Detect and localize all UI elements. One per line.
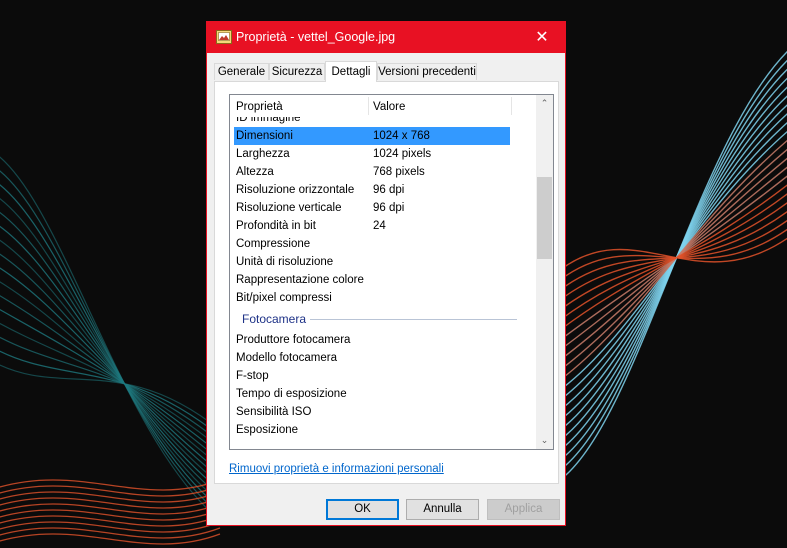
property-name: Risoluzione verticale xyxy=(236,202,342,214)
list-item-selected[interactable]: Dimensioni 1024 x 768 xyxy=(234,127,510,145)
tab-generale[interactable]: Generale xyxy=(214,63,269,80)
tab-versioni-precedenti[interactable]: Versioni precedenti xyxy=(377,63,477,80)
list-item[interactable]: F-stop xyxy=(230,367,530,385)
property-name: Produttore fotocamera xyxy=(236,334,351,346)
tab-sicurezza[interactable]: Sicurezza xyxy=(269,63,325,80)
list-item[interactable]: Sensibilità ISO xyxy=(230,403,530,421)
scroll-down-arrow-icon[interactable]: ⌄ xyxy=(536,432,553,449)
image-file-icon xyxy=(216,30,232,44)
list-item[interactable]: Tempo di esposizione xyxy=(230,385,530,403)
properties-dialog: Proprietà - vettel_Google.jpg ✕ Generale… xyxy=(206,21,566,526)
list-item[interactable]: Profondità in bit 24 xyxy=(230,217,530,235)
list-item[interactable]: Risoluzione orizzontale 96 dpi xyxy=(230,181,530,199)
cancel-button[interactable]: Annulla xyxy=(406,499,479,520)
property-value: 768 pixels xyxy=(373,166,425,178)
title-bar[interactable]: Proprietà - vettel_Google.jpg ✕ xyxy=(207,22,565,53)
property-name: Dimensioni xyxy=(236,130,293,142)
listview-header: Proprietà Valore xyxy=(230,95,530,117)
apply-button[interactable]: Applica xyxy=(487,499,560,520)
list-item[interactable]: Rappresentazione colore xyxy=(230,271,530,289)
property-value: 24 xyxy=(373,220,386,232)
property-name: Bit/pixel compressi xyxy=(236,292,332,304)
property-name: Modello fotocamera xyxy=(236,352,337,364)
property-value: 96 dpi xyxy=(373,184,405,196)
property-value: 1024 pixels xyxy=(373,148,432,160)
property-name: Tempo di esposizione xyxy=(236,388,347,400)
column-header-value[interactable]: Valore xyxy=(367,95,510,117)
list-item[interactable]: Larghezza 1024 pixels xyxy=(230,145,530,163)
list-item[interactable]: Modello fotocamera xyxy=(230,349,530,367)
details-panel: Proprietà Valore ID immagine Dimensioni … xyxy=(214,81,559,484)
remove-properties-link[interactable]: Rimuovi proprietà e informazioni persona… xyxy=(229,463,444,475)
property-value: 1024 x 768 xyxy=(373,130,430,142)
property-name: Esposizione xyxy=(236,424,299,436)
scroll-up-arrow-icon[interactable]: ⌃ xyxy=(536,95,553,112)
group-divider xyxy=(310,319,517,320)
list-item[interactable]: Compressione xyxy=(230,235,530,253)
property-name: Altezza xyxy=(236,166,274,178)
details-listview[interactable]: Proprietà Valore ID immagine Dimensioni … xyxy=(229,94,554,450)
property-name: Rappresentazione colore xyxy=(236,274,364,286)
ok-button[interactable]: OK xyxy=(326,499,399,520)
tab-dettagli[interactable]: Dettagli xyxy=(325,61,377,82)
group-header-camera[interactable]: Fotocamera xyxy=(230,307,530,331)
vertical-scrollbar[interactable]: ⌃ ⌄ xyxy=(536,95,553,449)
list-item[interactable]: Bit/pixel compressi xyxy=(230,289,530,307)
property-name: Unità di risoluzione xyxy=(236,256,334,268)
list-item[interactable]: Risoluzione verticale 96 dpi xyxy=(230,199,530,217)
property-name: Sensibilità ISO xyxy=(236,406,312,418)
column-separator[interactable] xyxy=(511,97,512,115)
property-value: 96 dpi xyxy=(373,202,405,214)
list-item[interactable]: Produttore fotocamera xyxy=(230,331,530,349)
property-name: Profondità in bit xyxy=(236,220,316,232)
list-item[interactable]: Unità di risoluzione xyxy=(230,253,530,271)
group-label: Fotocamera xyxy=(242,312,307,326)
listview-rows: ID immagine Dimensioni 1024 x 768 Larghe… xyxy=(230,115,530,439)
list-item[interactable]: Altezza 768 pixels xyxy=(230,163,530,181)
column-header-property[interactable]: Proprietà xyxy=(230,95,369,117)
property-name: Risoluzione orizzontale xyxy=(236,184,355,196)
scrollbar-thumb[interactable] xyxy=(537,177,552,259)
list-item[interactable]: Esposizione xyxy=(230,421,530,439)
property-name: F-stop xyxy=(236,370,269,382)
property-name: Compressione xyxy=(236,238,311,250)
close-button[interactable]: ✕ xyxy=(519,22,565,53)
property-name: Larghezza xyxy=(236,148,290,160)
window-title: Proprietà - vettel_Google.jpg xyxy=(236,30,396,44)
